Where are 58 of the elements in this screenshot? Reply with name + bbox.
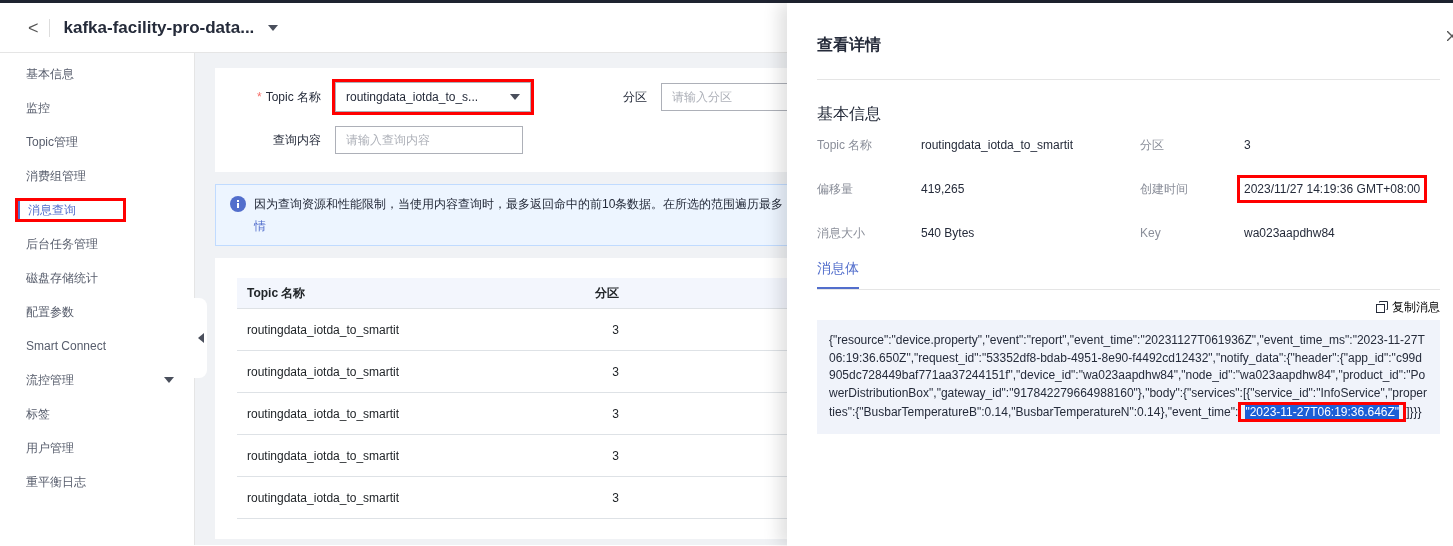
sidebar-item[interactable]: 后台任务管理	[0, 227, 194, 261]
sidebar-item[interactable]: 配置参数	[0, 295, 194, 329]
copy-button[interactable]: 复制消息	[1376, 298, 1440, 316]
caret-icon	[510, 94, 520, 100]
field-value: wa023aapdhw84	[1243, 225, 1336, 242]
drawer-title: 查看详情	[817, 33, 1440, 80]
table-cell: 3	[429, 308, 629, 351]
table-cell: 3	[429, 434, 629, 477]
field-value: 540 Bytes	[920, 225, 976, 242]
column-header: 分区	[429, 278, 629, 309]
required-mark: *	[256, 90, 262, 104]
field-label: Topic 名称	[817, 137, 874, 154]
table-cell: routingdata_iotda_to_smartit	[237, 350, 429, 393]
details-link[interactable]: 情	[254, 219, 266, 233]
table-cell: routingdata_iotda_to_smartit	[237, 308, 429, 351]
sidebar-item[interactable]: 重平衡日志	[0, 465, 194, 499]
sidebar-item[interactable]: 基本信息	[0, 57, 194, 91]
back-button[interactable]: <	[28, 18, 50, 37]
field-label: 查询内容	[272, 132, 322, 149]
table-cell: routingdata_iotda_to_smartit	[237, 392, 429, 435]
collapse-handle[interactable]	[194, 298, 207, 378]
table-cell: 3	[429, 392, 629, 435]
table-cell: 3	[429, 476, 629, 519]
copy-icon	[1376, 301, 1388, 313]
field-label: Key	[1140, 225, 1162, 242]
sidebar-item[interactable]: 标签	[0, 397, 194, 431]
table-cell: routingdata_iotda_to_smartit	[237, 476, 429, 519]
field-label: 分区	[1140, 137, 1165, 154]
field-label: 创建时间	[1140, 181, 1189, 198]
sidebar-item[interactable]: 流控管理	[0, 363, 194, 397]
field-label: 消息大小	[817, 225, 866, 242]
field-label: Topic 名称	[265, 90, 321, 104]
page-title: kafka-facility-pro-data...	[63, 16, 255, 39]
field-label: 偏移量	[817, 181, 854, 198]
info-icon	[230, 196, 246, 212]
table-cell: routingdata_iotda_to_smartit	[237, 434, 429, 477]
sidebar-item[interactable]: 用户管理	[0, 431, 194, 465]
message-body: {"resource":"device.property","event":"report","event_time":"20231127T061936Z","event_time_ms":"2023-11-27T06:19:36.650Z","request_id":"53352df8-bdab-4951-8e90-f4492cd12432","notify_data":{"header":{"app_id":"c99d905dc728449baf771aa37244151f","device_id":"wa023aapdhw84","node_id":"wa023aapdhw84","product_id":"PowerDistributionBox","gateway_id":"917842279664988160"},"body":{"services":[{"service_id":"InfoService","properties":{"BusbarTemperatureB":0.14,"BusbarTemperatureN":0.14},"event_time": "2023-11-27T06:19:36.646Z" ]}}}	[817, 320, 1440, 435]
field-value: 3	[1243, 137, 1252, 154]
sidebar-item[interactable]: 消费组管理	[0, 159, 194, 193]
column-header: Topic 名称	[237, 278, 429, 309]
section-title: 基本信息	[817, 104, 882, 124]
field-value: 2023/11/27 14:19:36 GMT+08:00	[1240, 178, 1425, 200]
sidebar-item[interactable]: 消息查询	[0, 193, 194, 227]
field-value: routingdata_iotda_to_smartit	[920, 137, 1075, 154]
topic-select[interactable]: routingdata_iotda_to_s...	[335, 82, 531, 112]
selected-text: "2023-11-27T06:19:36.646Z"	[1245, 405, 1400, 420]
tab[interactable]: 消息体	[817, 254, 859, 289]
field-value: 419,265	[920, 181, 966, 198]
caret-icon	[268, 24, 279, 31]
query-field[interactable]: 请输入查询内容	[335, 126, 523, 154]
table-cell: 3	[429, 350, 629, 393]
notice-text: 因为查询资源和性能限制，当使用内容查询时，最多返回命中的前10条数据。在所选的范围遍历最多	[254, 196, 784, 213]
sidebar-item[interactable]: Smart Connect	[0, 329, 194, 363]
sidebar-item[interactable]: 监控	[0, 91, 194, 125]
sidebar-item[interactable]: Topic管理	[0, 125, 194, 159]
field-label: 分区	[622, 89, 648, 106]
sidebar-item[interactable]: 磁盘存储统计	[0, 261, 194, 295]
